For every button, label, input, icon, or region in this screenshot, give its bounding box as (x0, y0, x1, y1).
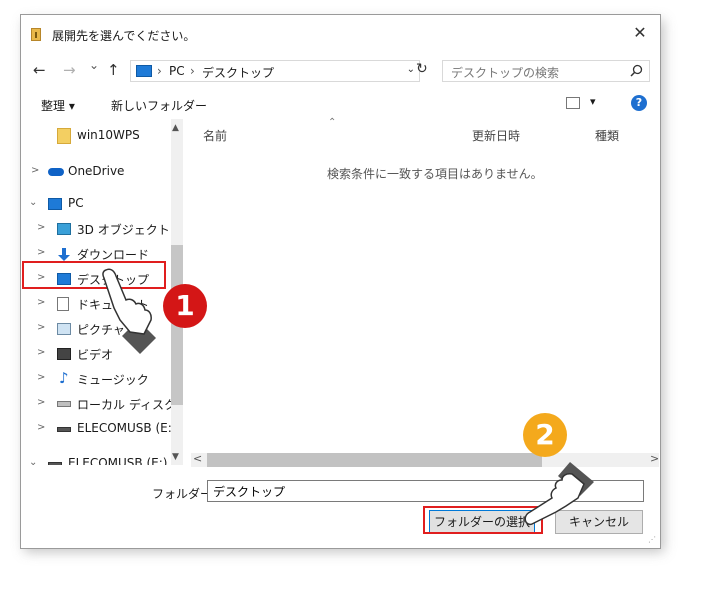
sidebar-item-usb-drive[interactable]: > ELECOMUSB (E:) (21, 418, 176, 440)
sidebar-item-label: 3D オブジェクト (77, 223, 170, 237)
zip-folder-icon (31, 28, 41, 41)
pointing-hand-icon (524, 462, 594, 526)
column-header-type[interactable]: 種類 (595, 127, 619, 144)
address-sep-1: › (157, 64, 162, 78)
download-icon (57, 248, 71, 261)
chevron-right-icon[interactable]: > (31, 165, 39, 176)
usb-drive-icon (57, 427, 71, 432)
pointing-hand-icon (102, 268, 156, 354)
sidebar-item-label: ミュージック (77, 373, 149, 387)
chevron-down-icon[interactable]: ⌄ (29, 457, 37, 465)
3d-objects-icon (57, 223, 71, 235)
chevron-right-icon[interactable]: > (37, 322, 45, 333)
empty-message: 検索条件に一致する項目はありません。 (327, 167, 543, 181)
chevron-right-icon[interactable]: > (37, 347, 45, 358)
sidebar-item-win10wps[interactable]: win10WPS (21, 125, 171, 147)
column-header-date[interactable]: 更新日時 (472, 127, 520, 144)
forward-button[interactable]: → (63, 61, 76, 79)
sidebar-item-label: win10WPS (77, 128, 140, 142)
horizontal-scroll-thumb[interactable] (207, 453, 542, 467)
refresh-icon[interactable]: ↻ (416, 61, 428, 77)
sidebar-item-label: PC (68, 196, 84, 210)
pc-icon (48, 198, 62, 210)
sort-ascending-icon: ⌃ (328, 117, 337, 128)
breadcrumb-desktop[interactable]: デスクトップ (202, 64, 274, 81)
up-button[interactable]: ↑ (107, 61, 120, 79)
video-icon (57, 348, 71, 360)
new-folder-button[interactable]: 新しいフォルダー (111, 97, 207, 114)
chevron-right-icon[interactable]: > (37, 222, 45, 233)
sidebar-item-label: OneDrive (68, 164, 125, 178)
sidebar-item-label: ELECOMUSB (E:) (77, 421, 177, 435)
step-2-badge: 2 (523, 413, 567, 457)
column-header-name[interactable]: 名前 (203, 127, 227, 144)
view-dropdown-icon[interactable]: ▾ (590, 95, 596, 108)
sidebar-item-usb-drive-root[interactable]: ⌄ ELECOMUSB (E:) (21, 453, 171, 465)
pc-icon (136, 65, 152, 77)
title-bar: 展開先を選んでください。 ✕ (21, 15, 660, 51)
chevron-right-icon[interactable]: > (37, 397, 45, 408)
chevron-right-icon[interactable]: > (37, 372, 45, 383)
close-button[interactable]: ✕ (628, 21, 652, 45)
window-title: 展開先を選んでください。 (52, 29, 196, 43)
sidebar-item-3d-objects[interactable]: > 3D オブジェクト (21, 218, 171, 240)
sidebar-item-music[interactable]: > ♪ ミュージック (21, 368, 171, 390)
scroll-left-icon[interactable]: < (193, 452, 202, 465)
sidebar-item-onedrive[interactable]: > OneDrive (21, 161, 171, 183)
pictures-icon (57, 323, 71, 335)
address-dropdown-icon[interactable]: ⌄ (407, 64, 415, 75)
sidebar-item-label: ローカル ディスク (C (77, 398, 182, 412)
breadcrumb-pc[interactable]: PC (169, 64, 185, 78)
search-icon[interactable] (630, 64, 643, 81)
sidebar-item-pc[interactable]: ⌄ PC (21, 193, 171, 215)
sidebar-item-local-disk[interactable]: > ローカル ディスク (C (21, 393, 182, 415)
view-options-icon[interactable] (566, 97, 580, 109)
back-button[interactable]: ← (33, 61, 46, 79)
scroll-down-icon[interactable]: ▼ (172, 452, 179, 462)
search-input[interactable]: デスクトップの検索 (451, 64, 559, 81)
help-icon[interactable]: ? (631, 95, 647, 111)
organize-menu[interactable]: 整理 ▾ (41, 97, 75, 114)
local-disk-icon (57, 401, 71, 407)
chevron-down-icon[interactable]: ⌄ (29, 197, 37, 208)
cloud-icon (48, 168, 64, 176)
music-icon: ♪ (59, 369, 69, 387)
chevron-right-icon[interactable]: > (37, 297, 45, 308)
chevron-right-icon[interactable]: > (37, 422, 45, 433)
address-sep-2: › (190, 64, 195, 78)
folder-icon (57, 128, 71, 144)
scroll-right-icon[interactable]: > (650, 452, 659, 465)
document-icon (57, 297, 69, 311)
scroll-up-icon[interactable]: ▲ (172, 123, 179, 133)
sidebar-item-label: ELECOMUSB (E:) (68, 456, 168, 465)
chevron-right-icon[interactable]: > (37, 247, 45, 258)
usb-drive-icon (48, 462, 62, 465)
search-box[interactable]: デスクトップの検索 (442, 60, 650, 82)
recent-locations-dropdown[interactable]: ⌄ (89, 58, 99, 72)
address-bar[interactable]: › PC › デスクトップ ⌄ (130, 60, 420, 82)
resize-grip-icon[interactable]: ⋰ (648, 535, 656, 544)
